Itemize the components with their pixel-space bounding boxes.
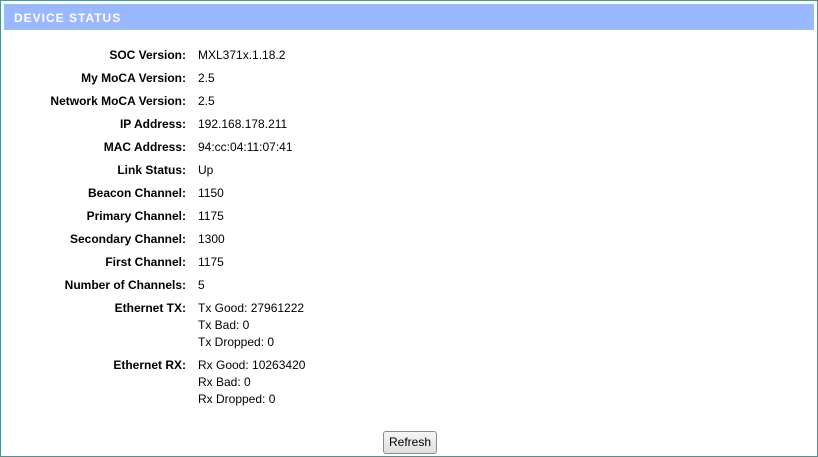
primary-channel-value: 1175	[198, 209, 224, 223]
ip-address-value: 192.168.178.211	[198, 117, 288, 131]
mac-address-value: 94:cc:04:11:07:41	[198, 140, 293, 154]
ethernet-tx-value: Tx Good: 27961222 Tx Bad: 0 Tx Dropped: …	[198, 300, 304, 351]
rx-dropped-value: Rx Dropped: 0	[198, 392, 276, 406]
refresh-button[interactable]: Refresh	[383, 431, 437, 454]
secondary-channel-value: 1300	[198, 232, 225, 246]
number-of-channels-value: 5	[198, 278, 205, 292]
panel-title: DEVICE STATUS	[14, 11, 122, 25]
link-status-value: Up	[198, 163, 214, 177]
rx-good-value: Rx Good: 10263420	[198, 358, 306, 372]
device-status-panel: DEVICE STATUS SOC Version: MXL371x.1.18.…	[0, 0, 818, 457]
network-moca-version-label: Network MoCA Version:	[50, 94, 186, 108]
number-of-channels-label: Number of Channels:	[64, 278, 186, 292]
network-moca-version-value: 2.5	[198, 94, 215, 108]
soc-version-value: MXL371x.1.18.2	[198, 48, 286, 62]
mac-address-label: MAC Address:	[103, 140, 186, 154]
soc-version-label: SOC Version:	[109, 48, 186, 62]
secondary-channel-label: Secondary Channel:	[69, 232, 186, 246]
tx-bad-value: Tx Bad: 0	[198, 318, 250, 332]
beacon-channel-label: Beacon Channel:	[87, 186, 186, 200]
link-status-label: Link Status:	[117, 163, 186, 177]
ethernet-rx-value: Rx Good: 10263420 Rx Bad: 0 Rx Dropped: …	[198, 357, 305, 408]
primary-channel-label: Primary Channel:	[86, 209, 186, 223]
tx-good-value: Tx Good: 27961222	[198, 301, 305, 315]
ethernet-rx-label: Ethernet RX:	[113, 358, 186, 372]
ip-address-label: IP Address:	[119, 117, 186, 131]
my-moca-version-value: 2.5	[198, 71, 215, 85]
ethernet-tx-label: Ethernet TX:	[114, 301, 186, 315]
first-channel-label: First Channel:	[105, 255, 186, 269]
rx-bad-value: Rx Bad: 0	[198, 375, 251, 389]
first-channel-value: 1175	[198, 255, 224, 269]
beacon-channel-value: 1150	[198, 186, 224, 200]
my-moca-version-label: My MoCA Version:	[81, 71, 186, 85]
tx-dropped-value: Tx Dropped: 0	[198, 335, 275, 349]
panel-header: DEVICE STATUS	[4, 4, 814, 30]
